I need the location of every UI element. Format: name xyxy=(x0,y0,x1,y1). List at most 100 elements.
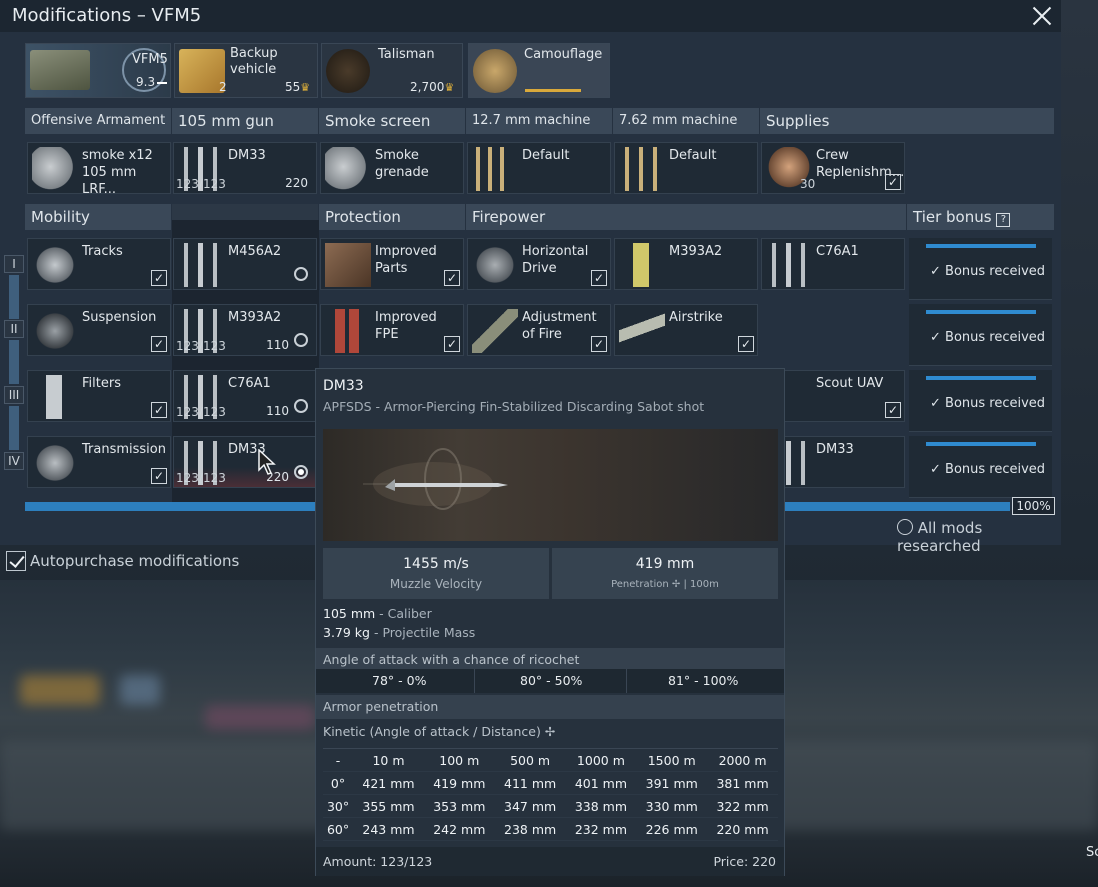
smoke-grenade-mod[interactable]: Smoke grenade xyxy=(320,142,464,194)
shell-tooltip: DM33 APFSDS - Armor-Piercing Fin-Stabili… xyxy=(315,368,785,876)
ammo-count: 123/123 xyxy=(176,339,226,353)
filters-mod[interactable]: Filters ✓ xyxy=(27,370,171,422)
mod-label: M456A2 xyxy=(228,244,282,259)
checkbox[interactable]: ✓ xyxy=(151,468,167,484)
mod-label: Horizontal Drive xyxy=(522,244,589,276)
c76a1-shell[interactable]: C76A1 123/123 110 xyxy=(173,370,317,422)
shell-icon xyxy=(619,243,665,287)
paintbrush-icon xyxy=(473,49,517,93)
checkbox[interactable]: ✓ xyxy=(151,270,167,286)
mod-label: smoke x12 105 mm LRF... xyxy=(82,148,153,197)
talisman-card[interactable]: Talisman 2,700♛ xyxy=(321,43,463,98)
target-icon: ✢ xyxy=(671,579,681,590)
talisman-cost: 2,700♛ xyxy=(410,80,455,94)
radio[interactable] xyxy=(294,465,308,479)
tank-icon xyxy=(30,50,90,90)
m456a2-shell[interactable]: M456A2 xyxy=(173,238,317,290)
bullets-icon xyxy=(619,147,665,191)
suspension-mod[interactable]: Suspension ✓ xyxy=(27,304,171,356)
bonus-text: ✓ Bonus received xyxy=(930,330,1046,345)
transmission-mod[interactable]: Transmission ✓ xyxy=(27,436,171,488)
tooltip-subtitle: APFSDS - Armor-Piercing Fin-Stabilized D… xyxy=(323,399,705,414)
checkbox[interactable]: ✓ xyxy=(591,336,607,352)
checkbox[interactable]: ✓ xyxy=(151,402,167,418)
col-105mm-gun: 105 mm gun xyxy=(172,108,318,134)
backup-count: 2 xyxy=(219,80,227,94)
camouflage-card[interactable]: Camouflage xyxy=(468,43,610,98)
close-icon[interactable] xyxy=(1030,4,1054,28)
price-text: Price: 220 xyxy=(713,854,776,869)
autopurchase-checkbox[interactable] xyxy=(6,551,26,571)
talisman-icon xyxy=(326,49,370,93)
help-icon[interactable]: ? xyxy=(996,213,1011,227)
caliber-line: 105 mm - Caliber xyxy=(323,606,432,621)
ricochet-value: 81° - 100% xyxy=(668,673,739,688)
tracks-icon xyxy=(32,243,78,287)
minus-icon[interactable] xyxy=(157,82,167,84)
dm33-shell[interactable]: DM33 123/123 220 xyxy=(173,436,317,488)
penetration-table: -10 m 100 m 500 m 1000 m 1500 m 2000 m 0° 421 … xyxy=(323,748,778,841)
backup-vehicle-card[interactable]: Backup vehicle 2 55♛ xyxy=(174,43,318,98)
tracks-mod[interactable]: Tracks ✓ xyxy=(27,238,171,290)
airstrike-mod[interactable]: Airstrike ✓ xyxy=(614,304,758,356)
checkbox[interactable]: ✓ xyxy=(885,402,901,418)
m393a2-shell[interactable]: M393A2 123/123 110 xyxy=(173,304,317,356)
mod-label: Transmission xyxy=(82,442,166,457)
762mm-default-belt[interactable]: Default xyxy=(614,142,758,194)
mod-label: M393A2 xyxy=(669,244,723,259)
127mm-default-belt[interactable]: Default xyxy=(467,142,611,194)
airplane-icon xyxy=(619,309,665,353)
dm33-belt[interactable]: DM33 123/123 220 xyxy=(173,142,317,194)
bonus-text: ✓ Bonus received xyxy=(930,264,1046,279)
velocity-label: Muzzle Velocity xyxy=(389,577,483,591)
smoke-icon xyxy=(325,147,371,191)
radio[interactable] xyxy=(294,399,308,413)
tier-3: III xyxy=(4,386,24,404)
tooltip-title: DM33 xyxy=(323,378,364,394)
shell-icon xyxy=(766,243,812,287)
suspension-icon xyxy=(32,309,78,353)
bonus-bar xyxy=(926,310,1036,314)
armor-penetration-header: Armor penetration xyxy=(316,695,784,719)
target-icon: ✢ xyxy=(544,724,556,739)
mod-label: Scout UAV xyxy=(816,376,884,391)
backup-label: Backup vehicle xyxy=(230,46,278,77)
checkbox[interactable]: ✓ xyxy=(738,336,754,352)
checkbox[interactable]: ✓ xyxy=(444,270,460,286)
projectile-illustration xyxy=(363,448,508,510)
checkbox[interactable]: ✓ xyxy=(444,336,460,352)
ammo-cost: 110 xyxy=(266,338,289,352)
tier-1: I xyxy=(4,255,24,273)
smoke-lrf-mod[interactable]: smoke x12 105 mm LRF... xyxy=(27,142,171,197)
extinguisher-icon xyxy=(325,309,371,353)
research-icon xyxy=(897,519,913,535)
checkbox[interactable]: ✓ xyxy=(591,270,607,286)
adjustment-of-fire-mod[interactable]: Adjustment of Fire ✓ xyxy=(467,304,611,356)
vehicle-card[interactable]: VFM5 9.3 xyxy=(25,43,171,98)
checkbox[interactable]: ✓ xyxy=(151,336,167,352)
horizontal-drive-mod[interactable]: Horizontal Drive ✓ xyxy=(467,238,611,290)
autopurchase-label[interactable]: Autopurchase modifications xyxy=(30,552,239,570)
radio[interactable] xyxy=(294,333,308,347)
camouflage-progress xyxy=(525,89,581,92)
mod-label: Filters xyxy=(82,376,121,391)
mod-label: Smoke grenade xyxy=(375,148,429,180)
bonus-bar xyxy=(926,244,1036,248)
ammo-count: 123/123 xyxy=(176,471,226,485)
mod-label: Default xyxy=(669,148,717,163)
shell-icon xyxy=(178,243,224,287)
checkbox[interactable]: ✓ xyxy=(885,174,901,190)
gear-icon xyxy=(472,243,518,287)
ricochet-value: 78° - 0% xyxy=(372,673,427,688)
ammo-count: 123/123 xyxy=(176,405,226,419)
crew-replenishment[interactable]: Crew Replenishm... 30 ✓ xyxy=(761,142,905,194)
col-762mm-mg: 7.62 mm machine gun xyxy=(613,108,759,154)
gear-icon xyxy=(32,441,78,485)
improved-fpe-mod[interactable]: Improved FPE ✓ xyxy=(320,304,464,356)
c76a1-mod[interactable]: C76A1 xyxy=(761,238,905,290)
radio[interactable] xyxy=(294,267,308,281)
m393a2-mod[interactable]: M393A2 xyxy=(614,238,758,290)
mod-label: M393A2 xyxy=(228,310,282,325)
improved-parts-mod[interactable]: Improved Parts ✓ xyxy=(320,238,464,290)
bonus-bar xyxy=(926,442,1036,446)
